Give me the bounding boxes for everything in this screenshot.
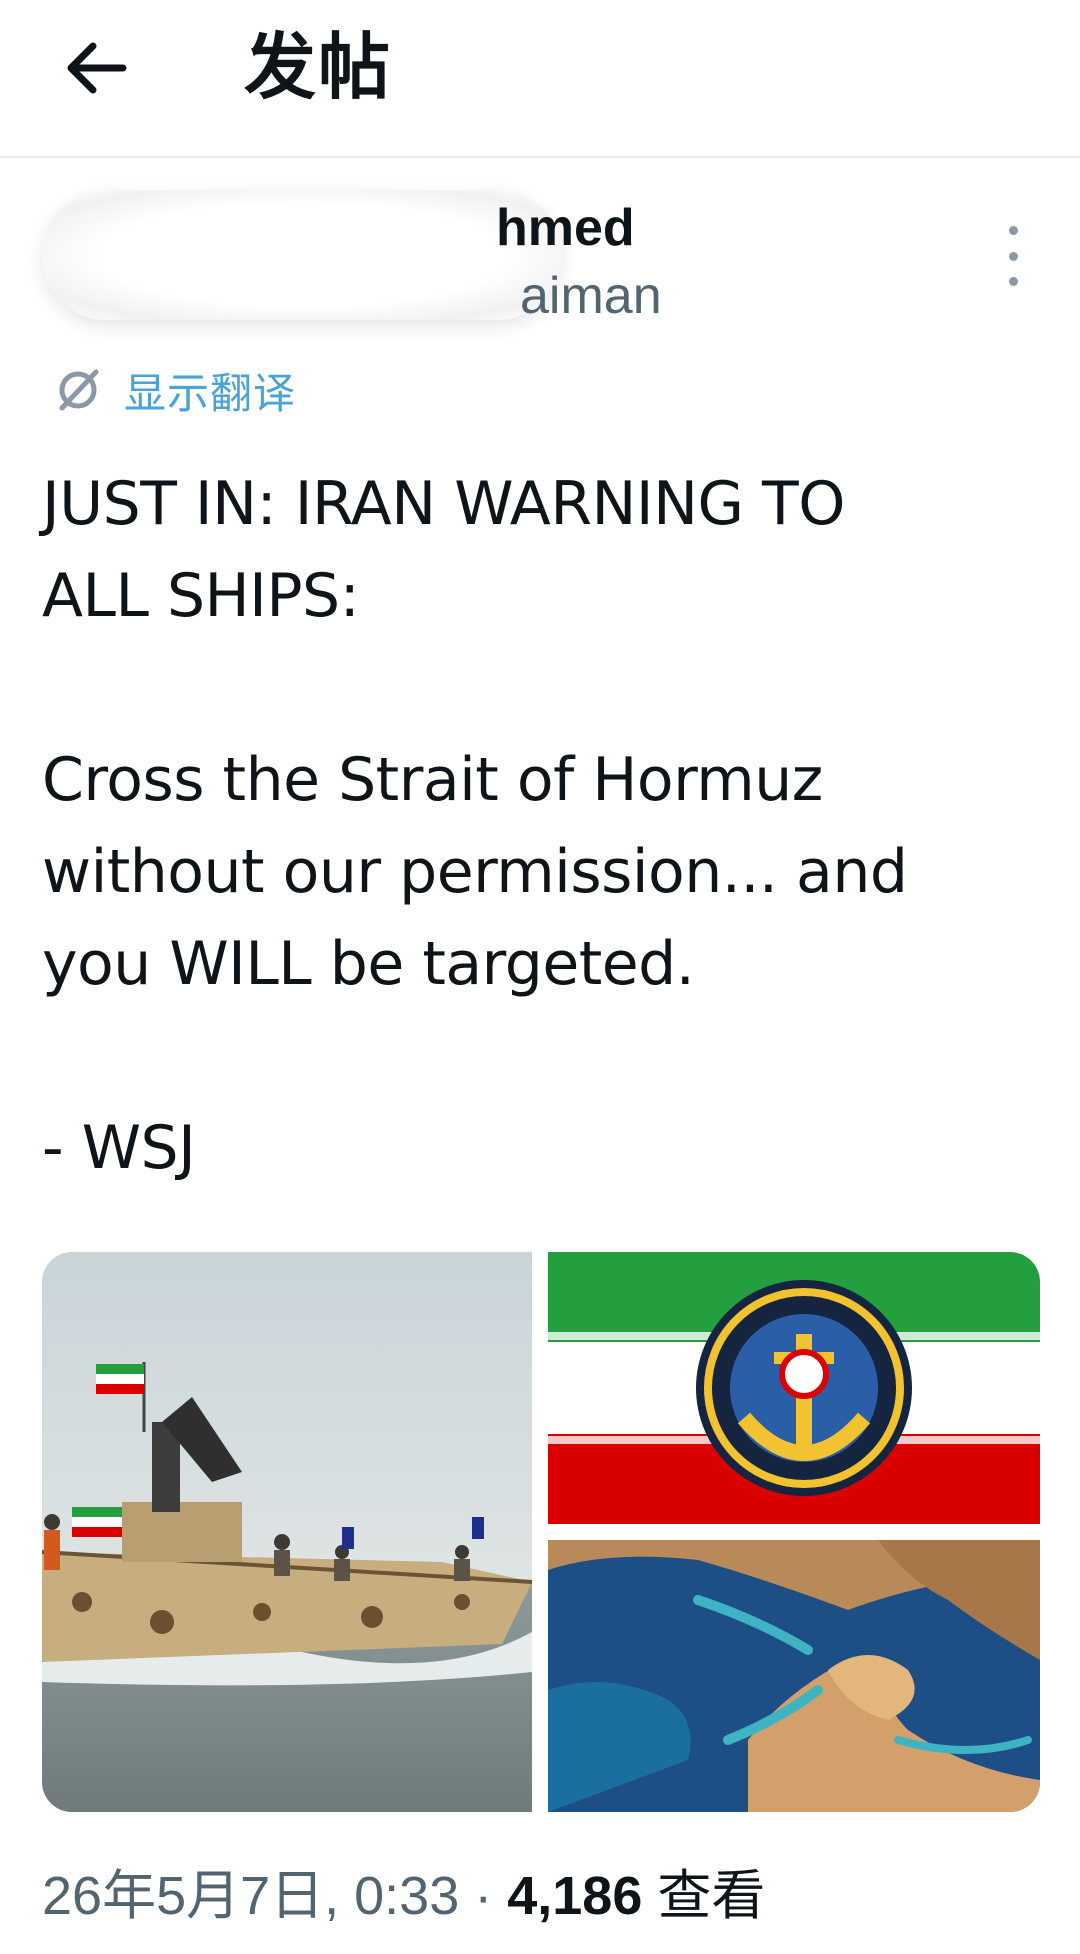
more-vertical-icon <box>1008 226 1018 235</box>
globe-slash-icon <box>59 369 99 411</box>
meta-separator: · <box>459 1866 508 1926</box>
iran-navy-flag-emblem[interactable] <box>548 1252 1040 1524</box>
views-count: 4,186 <box>507 1866 643 1926</box>
post-timestamp[interactable]: 26年5月7日, 0:33 <box>42 1866 459 1926</box>
arrow-left-icon <box>67 42 127 94</box>
author-row: hmed aiman <box>0 156 1080 366</box>
redacted-author-avatar <box>42 190 562 320</box>
show-translation-link[interactable]: 显示翻译 <box>54 362 296 418</box>
page-title: 发帖 <box>244 25 393 109</box>
tweet-paragraph: Cross the Strait of Hormuz without our p… <box>42 745 908 999</box>
top-bar: 发帖 <box>0 0 1080 158</box>
author-display-name[interactable]: hmed <box>496 198 635 258</box>
speedboat-photo[interactable] <box>42 1252 532 1812</box>
tweet-meta: 26年5月7日, 0:33 · 4,186 查看 <box>42 1864 765 1928</box>
tweet-headline: JUST IN: IRAN WARNING TO ALL SHIPS: <box>42 469 845 631</box>
more-options-button[interactable] <box>998 226 1028 286</box>
tweet-body: JUST IN: IRAN WARNING TO ALL SHIPS: Cros… <box>42 458 1032 1194</box>
show-translation-label: 显示翻译 <box>124 368 297 418</box>
media-grid <box>42 1252 1040 1812</box>
author-handle[interactable]: aiman <box>520 266 662 326</box>
tweet-source: - WSJ <box>42 1113 196 1183</box>
back-button[interactable] <box>58 30 134 106</box>
strait-satellite-map[interactable] <box>548 1540 1040 1812</box>
views-label: 查看 <box>657 1864 766 1927</box>
